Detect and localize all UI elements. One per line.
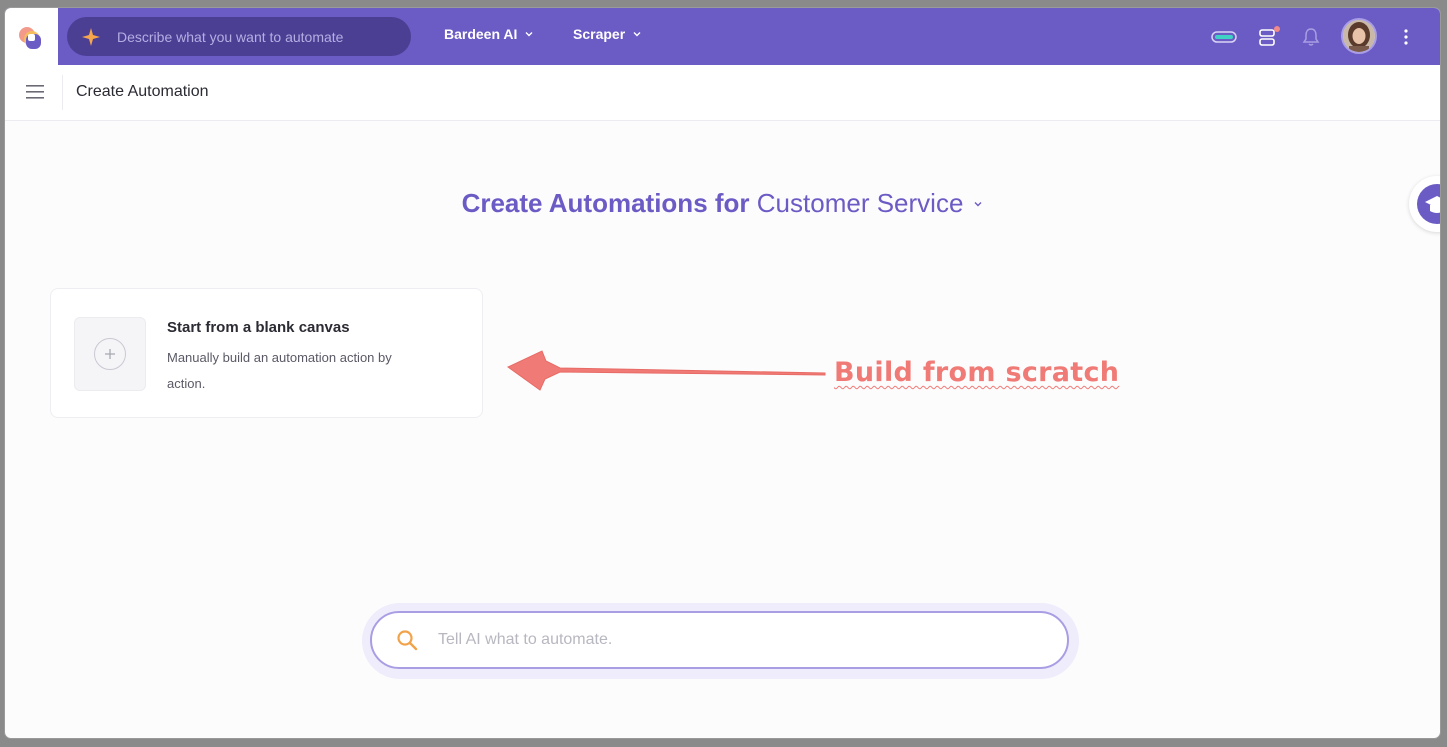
menu-bardeen-ai[interactable]: Bardeen AI [444, 26, 534, 42]
avatar[interactable] [1341, 18, 1377, 54]
annotation-label: Build from scratch [834, 357, 1120, 388]
menu-bardeen-ai-label: Bardeen AI [444, 26, 518, 42]
top-bar: Bardeen AI Scraper [5, 8, 1440, 65]
sparkle-icon [82, 27, 100, 46]
bell-icon[interactable] [1302, 27, 1320, 47]
ai-search-box[interactable] [370, 611, 1069, 669]
blank-canvas-thumbnail [74, 317, 146, 391]
graduation-cap-icon [1425, 196, 1440, 213]
ai-search-input[interactable] [436, 630, 1000, 650]
automations-heading: Create Automations for Customer Service [5, 188, 1440, 219]
hamburger-icon[interactable] [26, 85, 44, 99]
blank-canvas-title: Start from a blank canvas [167, 319, 350, 336]
sub-header: Create Automation [5, 65, 1440, 121]
toggle-icon[interactable] [1211, 30, 1237, 44]
blank-canvas-description: Manually build an automation action by a… [167, 350, 392, 391]
app-window: Bardeen AI Scraper [5, 8, 1440, 738]
chevron-down-icon [974, 201, 982, 206]
menu-scraper-label: Scraper [573, 26, 626, 42]
category-select[interactable]: Customer Service [757, 188, 984, 219]
automation-prompt-input[interactable] [115, 27, 379, 46]
kebab-icon[interactable] [1403, 28, 1409, 46]
chevron-down-icon [633, 32, 641, 37]
heading-prefix: Create Automations for [461, 188, 750, 218]
tutorial-button-inner [1417, 184, 1440, 224]
bardeen-logo-icon [19, 27, 41, 49]
tutorial-button[interactable] [1409, 176, 1440, 232]
divider [62, 75, 63, 110]
logo-tab[interactable] [5, 8, 58, 65]
page-title: Create Automation [76, 83, 209, 100]
plus-icon [94, 338, 126, 370]
annotation-arrow-icon [507, 350, 826, 391]
chevron-down-icon [525, 32, 533, 37]
automation-prompt[interactable] [67, 17, 411, 56]
category-select-value: Customer Service [756, 188, 964, 218]
stack-icon[interactable] [1258, 25, 1280, 49]
menu-scraper[interactable]: Scraper [573, 26, 642, 42]
user-avatar-icon [1343, 20, 1375, 52]
blank-canvas-card[interactable]: Start from a blank canvas Manually build… [50, 288, 483, 418]
search-icon [397, 630, 418, 651]
